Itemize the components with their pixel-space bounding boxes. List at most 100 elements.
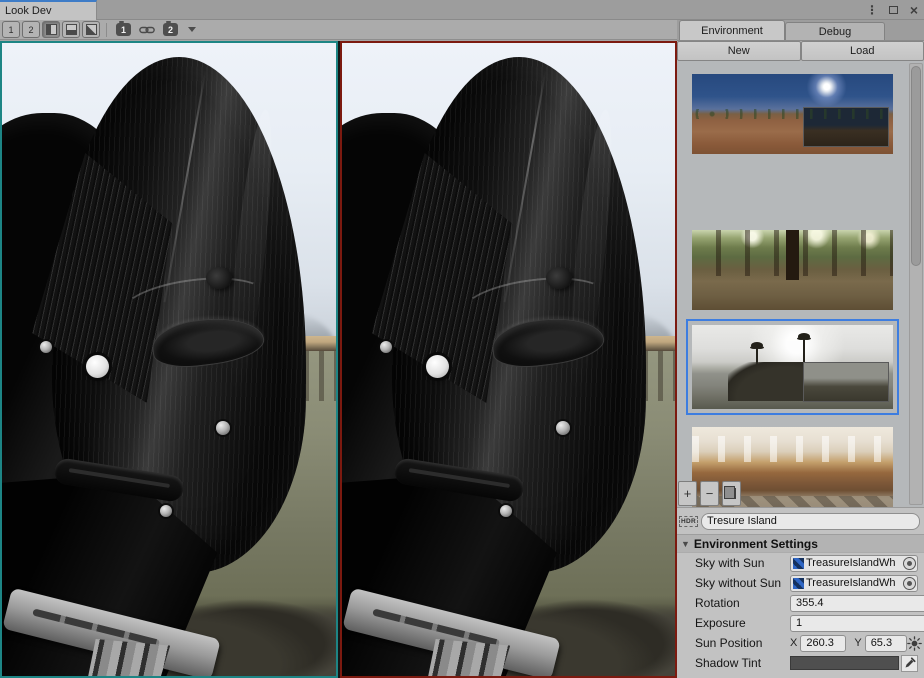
titlebar: Look Dev ⋮ × — [0, 0, 924, 20]
hdri-shadow-inset — [803, 362, 889, 402]
tree-trunk — [786, 230, 799, 280]
sun-position-row: Sun Position X Y — [677, 633, 924, 653]
link-cameras-button[interactable] — [136, 21, 158, 38]
link-icon — [139, 25, 155, 35]
exposure-label: Exposure — [695, 616, 790, 630]
sky-with-sun-label: Sky with Sun — [695, 556, 790, 570]
rotation-row: Rotation — [677, 593, 924, 613]
render-view-1[interactable] — [0, 41, 338, 678]
close-icon[interactable]: × — [908, 0, 920, 20]
add-environment-button[interactable]: + — [678, 481, 697, 506]
window-title: Look Dev — [5, 5, 51, 17]
hdr-badge-icon: HDR — [679, 516, 698, 527]
scrollbar-thumb[interactable] — [911, 66, 921, 266]
sky-without-sun-object-field[interactable]: TreasureIslandWh — [790, 575, 918, 592]
robot-neck-fins — [425, 639, 511, 676]
robot-rivet — [380, 341, 392, 353]
new-load-row: New Load — [677, 41, 924, 61]
sun-position-y-input[interactable] — [865, 635, 907, 652]
x-axis-label: X — [790, 637, 797, 649]
panel-tab-bar: Environment Debug — [677, 20, 924, 41]
camera-1-icon: 1 — [116, 23, 131, 36]
chevron-down-icon — [188, 27, 196, 32]
tab-look-dev[interactable]: Look Dev — [0, 0, 97, 20]
main-area: Environment Debug New Load — [0, 41, 924, 678]
look-dev-window: Look Dev ⋮ × 1 2 1 — [0, 0, 924, 678]
sky-with-sun-row: Sky with Sun TreasureIslandWh — [677, 553, 924, 573]
environment-settings-header[interactable]: ▼ Environment Settings — [677, 535, 924, 553]
maximize-icon[interactable] — [887, 0, 899, 20]
sky-without-sun-value: TreasureIslandWh — [806, 577, 901, 589]
eyedropper-button[interactable] — [901, 655, 918, 672]
exposure-input[interactable] — [790, 615, 924, 632]
eyedropper-icon — [904, 657, 916, 669]
robot-rivet — [556, 421, 570, 435]
hdri-thumbnail-forest[interactable] — [692, 230, 893, 310]
hdr-name-row: HDR — [677, 508, 924, 534]
robot-temple-knob — [546, 267, 572, 289]
object-picker-icon[interactable] — [903, 577, 916, 590]
hdri-shadow-inset — [803, 107, 889, 147]
robot-rivet — [216, 421, 230, 435]
single-view-1-button[interactable]: 1 — [2, 21, 20, 38]
cubemap-icon — [793, 578, 804, 589]
y-axis-label: Y — [854, 637, 861, 649]
sun-position-label: Sun Position — [695, 636, 790, 650]
environment-list-toolbar: + − — [678, 481, 741, 506]
hdri-thumbnail-treasure-island-selected[interactable] — [686, 319, 899, 415]
duplicate-icon — [727, 488, 736, 499]
sky-with-sun-object-field[interactable]: TreasureIslandWh — [790, 555, 918, 572]
toolbar-separator — [106, 23, 107, 37]
exposure-row: Exposure — [677, 613, 924, 633]
camera-1-button[interactable]: 1 — [113, 21, 134, 38]
tab-environment[interactable]: Environment — [679, 20, 785, 40]
environment-list-scrollbar[interactable] — [909, 63, 923, 505]
environment-name-input[interactable] — [701, 513, 920, 530]
render-view-2[interactable] — [340, 41, 678, 678]
shadow-tint-row: Shadow Tint — [677, 653, 924, 673]
environment-hdri-list: + − — [677, 61, 924, 508]
split-horizontal-icon — [66, 24, 77, 35]
window-controls: ⋮ × — [866, 0, 920, 20]
robot-temple-knob — [206, 267, 232, 289]
camera-2-button[interactable]: 2 — [160, 21, 181, 38]
shadow-tint-label: Shadow Tint — [695, 656, 790, 670]
remove-environment-button[interactable]: − — [700, 481, 719, 506]
new-button[interactable]: New — [677, 41, 801, 61]
rotation-label: Rotation — [695, 596, 790, 610]
robot-white-button — [426, 355, 449, 378]
load-button[interactable]: Load — [801, 41, 924, 61]
tab-debug[interactable]: Debug — [785, 22, 885, 40]
object-picker-icon[interactable] — [903, 557, 916, 570]
sky-without-sun-label: Sky without Sun — [695, 576, 790, 590]
rotation-input[interactable] — [790, 595, 924, 612]
environment-settings-section: ▼ Environment Settings Sky with Sun Trea… — [677, 534, 924, 673]
lookdev-render-scene — [2, 43, 336, 676]
split-diagonal-button[interactable] — [82, 21, 100, 38]
sun-icon — [907, 636, 922, 651]
robot-white-button — [86, 355, 109, 378]
single-view-2-button[interactable]: 2 — [22, 21, 40, 38]
split-horizontal-button[interactable] — [62, 21, 80, 38]
environment-settings-title: Environment Settings — [694, 537, 818, 551]
sun-position-x-input[interactable] — [800, 635, 846, 652]
sun-position-picker-button[interactable] — [907, 635, 922, 651]
lookdev-viewport — [0, 41, 677, 678]
hdri-thumbnail-desert-sun[interactable] — [692, 74, 893, 154]
split-vertical-icon — [46, 24, 57, 35]
robot-rivet — [40, 341, 52, 353]
cubemap-icon — [793, 558, 804, 569]
sky-without-sun-row: Sky without Sun TreasureIslandWh — [677, 573, 924, 593]
duplicate-environment-button[interactable] — [722, 481, 741, 506]
window-menu-icon[interactable]: ⋮ — [866, 0, 878, 20]
robot-rivet — [160, 505, 172, 517]
hdri-thumbnail-treasure-island — [692, 325, 893, 409]
split-diagonal-icon — [86, 24, 97, 35]
camera-2-icon: 2 — [163, 23, 178, 36]
robot-rivet — [500, 505, 512, 517]
sky-with-sun-value: TreasureIslandWh — [806, 557, 901, 569]
camera-options-dropdown-button[interactable] — [183, 21, 201, 38]
split-vertical-button[interactable] — [42, 21, 60, 38]
environment-panel: Environment Debug New Load — [677, 20, 924, 678]
shadow-tint-swatch[interactable] — [790, 656, 899, 670]
